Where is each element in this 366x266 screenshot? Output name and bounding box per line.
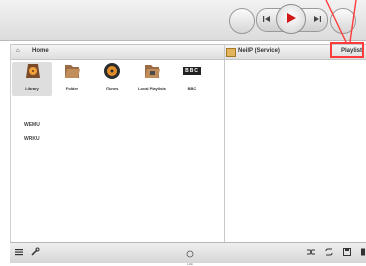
left-border — [10, 44, 11, 262]
menu-icon[interactable] — [14, 247, 24, 257]
bbc-logo-text: BBC — [183, 67, 201, 75]
library-tile[interactable]: Library — [12, 62, 52, 96]
folder-icon — [65, 65, 80, 78]
tile-label: Local Playlists — [138, 86, 166, 91]
panel-divider — [224, 44, 225, 242]
service-label[interactable]: NeilP (Service) — [238, 48, 280, 54]
bottom-toolbar: Link — [10, 242, 366, 266]
home-icon[interactable]: ⌂ — [16, 48, 20, 54]
tile-label: BBC — [187, 86, 197, 91]
link-icon — [186, 250, 194, 258]
folder-tile[interactable]: Folder — [52, 62, 92, 96]
local-playlists-tile[interactable]: Local Playlists — [132, 62, 172, 96]
repeat-icon[interactable] — [324, 247, 334, 257]
shuffle-icon[interactable] — [306, 247, 316, 257]
save-icon[interactable] — [342, 247, 352, 257]
browse-header: ⌂ Home — [10, 44, 224, 60]
more-icon[interactable] — [358, 247, 366, 257]
playlist-highlight — [330, 42, 364, 58]
library-icon — [26, 64, 40, 78]
tile-label: iTunes — [105, 86, 119, 91]
itunes-icon — [104, 63, 120, 79]
home-label[interactable]: Home — [32, 48, 49, 54]
bbc-tile[interactable]: BBC BBC — [172, 62, 212, 96]
settings-wrench-icon[interactable] — [30, 247, 40, 257]
annotation-pointer — [325, 0, 357, 43]
list-item-wrku[interactable]: WRKU — [24, 136, 40, 142]
itunes-tile[interactable]: iTunes — [92, 62, 132, 96]
service-icon — [226, 48, 236, 57]
link-label: Link — [187, 262, 193, 266]
link-control[interactable]: Link — [182, 245, 198, 266]
bbc-icon: BBC — [182, 62, 202, 80]
tile-label: Folder — [65, 86, 79, 91]
tile-label: Library — [25, 86, 39, 91]
list-item-wemu[interactable]: WEMU — [24, 122, 40, 128]
local-playlists-icon — [145, 65, 160, 78]
